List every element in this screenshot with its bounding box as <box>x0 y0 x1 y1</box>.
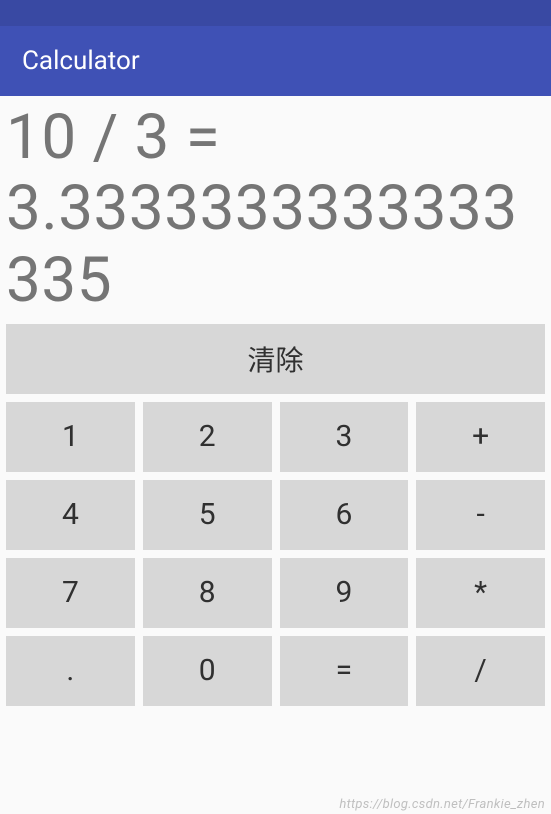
plus-button[interactable]: + <box>416 402 545 472</box>
multiply-button[interactable]: * <box>416 558 545 628</box>
digit-8-button[interactable]: 8 <box>143 558 272 628</box>
button-grid: 1 2 3 + 4 5 6 - 7 8 9 * . 0 = / <box>6 402 545 706</box>
digit-9-button[interactable]: 9 <box>280 558 409 628</box>
digit-0-button[interactable]: 0 <box>143 636 272 706</box>
equals-button[interactable]: = <box>280 636 409 706</box>
digit-5-button[interactable]: 5 <box>143 480 272 550</box>
digit-6-button[interactable]: 6 <box>280 480 409 550</box>
app-title: Calculator <box>22 46 140 76</box>
calculator-display: 10 / 3 = 3.3333333333333335 <box>0 96 551 324</box>
clear-button[interactable]: 清除 <box>6 324 545 394</box>
digit-1-button[interactable]: 1 <box>6 402 135 472</box>
watermark: https://blog.csdn.net/Frankie_zhen <box>339 797 545 812</box>
status-bar <box>0 0 551 26</box>
digit-7-button[interactable]: 7 <box>6 558 135 628</box>
app-bar: Calculator <box>0 26 551 96</box>
divide-button[interactable]: / <box>416 636 545 706</box>
decimal-button[interactable]: . <box>6 636 135 706</box>
digit-3-button[interactable]: 3 <box>280 402 409 472</box>
minus-button[interactable]: - <box>416 480 545 550</box>
keypad: 清除 1 2 3 + 4 5 6 - 7 8 9 * . 0 = / <box>0 324 551 706</box>
digit-4-button[interactable]: 4 <box>6 480 135 550</box>
digit-2-button[interactable]: 2 <box>143 402 272 472</box>
